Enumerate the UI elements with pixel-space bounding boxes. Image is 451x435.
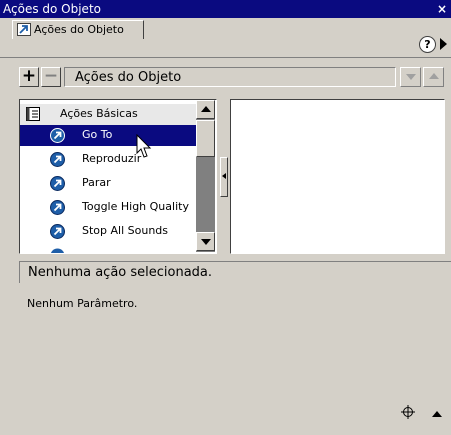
category-row[interactable]: Ações Básicas [20, 104, 196, 125]
parameters-text: Nenhum Parâmetro. [27, 297, 138, 310]
action-arrow-icon [50, 224, 65, 239]
list-scrollbar[interactable] [196, 100, 215, 252]
actions-list[interactable]: Ações Básicas Go To Reproduzir Parar Tog… [19, 99, 217, 254]
list-item-toggle-high-quality[interactable]: Toggle High Quality [20, 197, 196, 218]
scroll-up-button[interactable] [196, 100, 215, 119]
collapse-left-icon [222, 173, 226, 179]
action-arrow-icon [50, 152, 65, 167]
status-bar: Nenhuma ação selecionada. [19, 261, 451, 283]
list-item-go-to[interactable]: Go To [20, 125, 196, 146]
tab-acoes-do-objeto[interactable]: Ações do Objeto [12, 20, 144, 39]
list-item-label: Stop All Sounds [82, 224, 169, 237]
window-title: Ações do Objeto [3, 2, 101, 16]
list-item-label: Reproduzir [82, 152, 142, 165]
scroll-down-icon [201, 239, 211, 245]
collapse-up-icon[interactable] [432, 411, 442, 417]
action-arrow-icon [50, 128, 65, 143]
action-arrow-icon [50, 200, 65, 215]
arrow-cursor-icon [17, 23, 31, 36]
help-button[interactable]: ? [419, 36, 436, 53]
script-pane[interactable] [230, 99, 445, 254]
tab-divider [0, 57, 451, 58]
move-down-button[interactable] [400, 67, 421, 87]
list-item-label: Go To [82, 128, 113, 141]
panel-menu-arrow-icon[interactable] [440, 38, 447, 50]
target-icon[interactable] [401, 405, 415, 419]
chevron-up-icon [429, 73, 439, 79]
move-up-button[interactable] [423, 67, 444, 87]
list-item-partial[interactable] [20, 245, 196, 253]
action-dropdown[interactable]: Ações do Objeto [64, 67, 396, 87]
scroll-thumb[interactable] [196, 120, 215, 157]
title-bar: Ações do Objeto × [0, 0, 451, 18]
chevron-down-icon [406, 74, 416, 80]
list-item-stop-all-sounds[interactable]: Stop All Sounds [20, 221, 196, 242]
action-arrow-icon [50, 176, 65, 191]
close-icon[interactable]: × [435, 1, 449, 17]
status-text: Nenhuma ação selecionada. [28, 265, 213, 280]
action-dropdown-label: Ações do Objeto [75, 70, 182, 85]
list-item-reproduzir[interactable]: Reproduzir [20, 149, 196, 170]
action-arrow-icon [50, 248, 65, 253]
scroll-up-icon [201, 106, 211, 112]
category-label: Ações Básicas [60, 107, 138, 120]
list-item-label: Toggle High Quality [82, 200, 189, 213]
tab-label: Ações do Objeto [34, 23, 124, 36]
list-item-label: Parar [82, 176, 111, 189]
pane-splitter[interactable] [220, 157, 228, 197]
scroll-down-button[interactable] [196, 232, 215, 251]
add-action-button[interactable]: + [19, 67, 39, 87]
book-icon [26, 107, 40, 121]
list-item-parar[interactable]: Parar [20, 173, 196, 194]
remove-action-button[interactable]: − [41, 67, 61, 87]
